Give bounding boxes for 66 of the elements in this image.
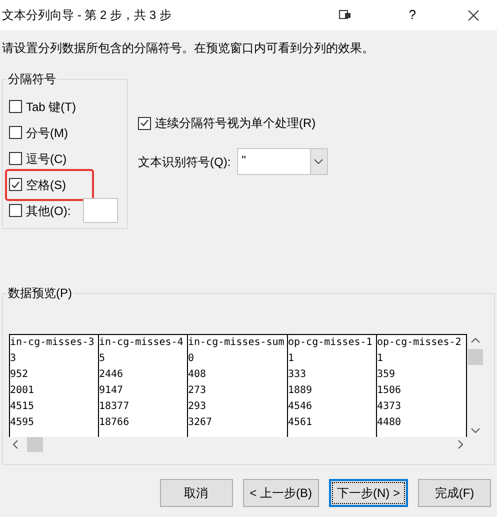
qualifier-label: 文本识别符号(Q): [138,154,231,170]
table-cell-text: 1889 [288,384,314,398]
table-cell-text: 1 [288,352,296,366]
table-cell-text: 333 [288,368,308,382]
option-label: Tab 键(T) [26,98,76,116]
table-cell-text: 18766 [99,416,130,430]
table-cell-text: 359 [377,368,396,382]
instruction-text: 请设置分列数据所包含的分隔符号。在预览窗口内可看到分列的效果。 [1,40,375,57]
scroll-left-icon [13,440,18,449]
wizard-button[interactable]: < 上一步(B) [242,479,319,507]
table-cell-text: 4595 [10,416,36,430]
table-cell-text: 5 [99,352,106,366]
table-cell-text: 1506 [377,384,402,398]
column-header: in-cg-misses-4 [99,336,184,350]
table-cell-text: 4480 [377,416,402,430]
option-label: 逗号(C) [26,150,67,168]
table-cell-text: 2001 [10,384,36,398]
table-cell-text: 0 [188,352,196,366]
checkbox[interactable] [9,178,22,191]
qualifier-dropdown[interactable]: " [236,148,328,175]
other-input-field[interactable] [82,198,118,223]
table-cell-text: 4561 [288,416,314,430]
checkbox[interactable] [9,100,22,113]
group-title: 数据预览(P) [7,285,73,301]
table-cell-text: 4373 [377,400,402,414]
scroll-down-icon [471,428,480,433]
option-label: 分号(M) [26,124,68,142]
option-label: 空格(S) [26,176,66,194]
table-cell-text: 2446 [99,368,124,382]
table-cell-text: 1 [377,352,384,366]
scroll-right-icon [458,440,463,449]
checkbox[interactable] [138,116,151,130]
window-title: 文本分列向导 - 第 2 步，共 3 步 [2,7,172,24]
table-cell-text: 4515 [10,400,36,414]
dropdown-value: " [240,152,247,169]
table-cell-text: 9147 [99,384,124,398]
wizard-button[interactable]: 取消 [160,479,233,507]
column-header: op-cg-misses-2 [377,336,462,350]
table-cell-text: 293 [188,400,208,414]
group-title: 分隔符号 [7,71,57,87]
window-icon[interactable] [338,10,351,20]
check-icon [11,180,20,188]
table-cell-text: 3 [10,352,18,366]
table-cell-text: 3267 [188,416,214,430]
scrollbar-thumb[interactable] [468,349,483,365]
wizard-button[interactable]: 完成(F) [418,479,491,507]
column-header: in-cg-misses-sum [188,336,286,350]
check-icon [140,119,149,127]
table-cell-text: 4546 [288,400,314,414]
table-cell-text: 952 [10,368,30,382]
table-cell-text: 18377 [99,400,130,414]
option-label: 其他(O): [26,202,71,220]
table-cell-text: 273 [188,384,208,398]
checkbox[interactable] [9,152,22,165]
option-label: 连续分隔符号视为单个处理(R) [155,115,316,132]
checkbox[interactable] [9,126,22,139]
scroll-up-icon [471,338,480,343]
checkbox[interactable] [9,204,22,217]
table-cell-text: 408 [188,368,208,382]
close-icon[interactable] [468,10,479,20]
wizard-button[interactable]: 下一步(N) > [329,479,408,507]
column-header: op-cg-misses-1 [288,336,374,350]
dropdown-caret-icon[interactable] [310,149,327,174]
help-button[interactable]: ? [408,5,416,25]
scrollbar-thumb[interactable] [27,437,43,452]
column-header: in-cg-misses-3 [10,336,96,350]
